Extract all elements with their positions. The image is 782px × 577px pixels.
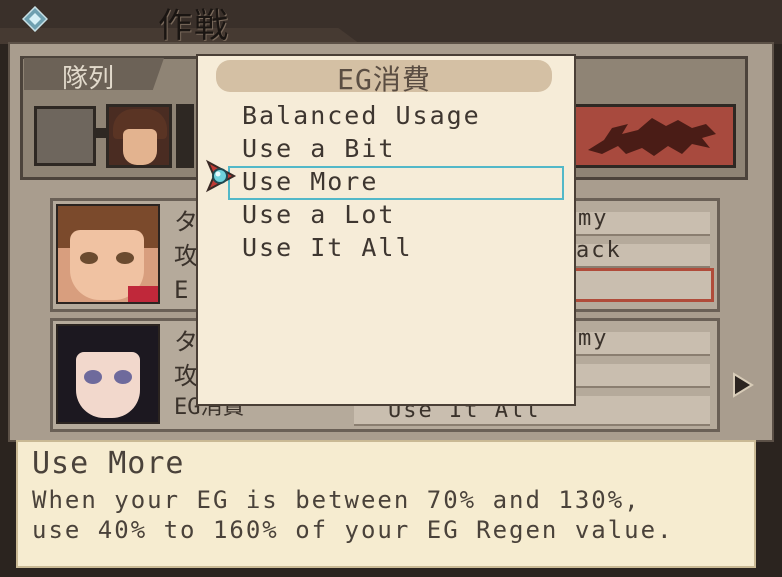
attack-select[interactable] bbox=[560, 364, 710, 388]
formation-slot-character[interactable] bbox=[106, 104, 172, 168]
character-portrait-1 bbox=[56, 204, 160, 304]
eg-usage-select[interactable] bbox=[560, 268, 714, 302]
field-label-eg: E bbox=[174, 276, 189, 304]
help-description-line-2: use 40% to 160% of your EG Regen value. bbox=[32, 516, 674, 544]
formation-slot-edge bbox=[176, 104, 194, 168]
next-page-icon[interactable] bbox=[730, 370, 756, 400]
option-use-it-all[interactable]: Use It All bbox=[242, 232, 413, 264]
formation-slot-empty[interactable] bbox=[34, 106, 96, 166]
diamond-icon bbox=[22, 6, 48, 32]
dropdown-title: EG消費 bbox=[337, 63, 431, 96]
target-value: my bbox=[578, 206, 609, 231]
option-use-a-bit[interactable]: Use a Bit bbox=[242, 133, 395, 165]
field-label-attack: 攻 bbox=[174, 242, 198, 270]
selection-cursor-icon bbox=[205, 159, 237, 193]
option-use-a-lot[interactable]: Use a Lot bbox=[242, 199, 395, 231]
field-label-target: タ bbox=[174, 328, 198, 356]
field-label-target: タ bbox=[174, 208, 198, 236]
help-title: Use More bbox=[32, 446, 185, 481]
help-description-line-1: When your EG is between 70% and 130%, bbox=[32, 486, 641, 514]
option-use-more[interactable]: Use More bbox=[242, 166, 378, 198]
character-portrait-2 bbox=[56, 324, 160, 424]
page-title: 作戦 bbox=[158, 6, 230, 46]
option-balanced-usage[interactable]: Balanced Usage bbox=[242, 100, 481, 132]
attack-value: ack bbox=[576, 238, 622, 263]
formation-label: 隊列 bbox=[62, 64, 115, 94]
field-label-attack: 攻 bbox=[174, 362, 198, 390]
target-value: my bbox=[578, 326, 609, 351]
dragon-icon bbox=[588, 118, 716, 156]
